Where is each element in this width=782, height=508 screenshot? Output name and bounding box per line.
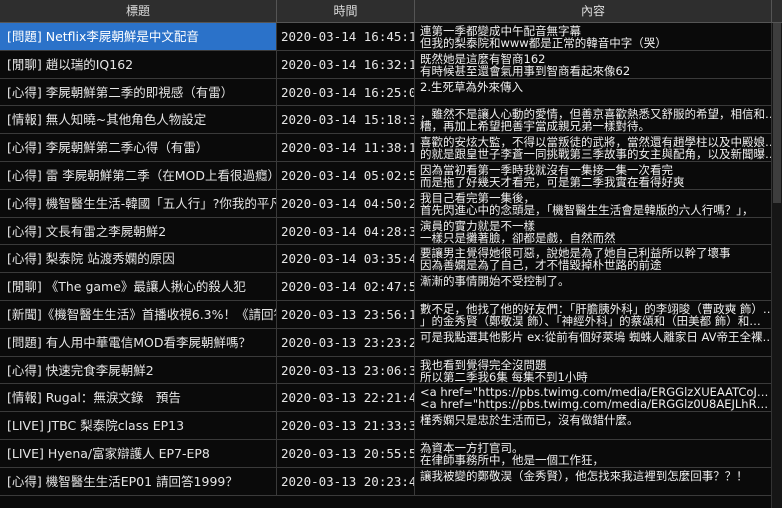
table-row[interactable]: [問題] 有人用中華電信MOD看李屍朝鮮嗎？ 2020-03-13 23:23:2… <box>0 328 772 357</box>
post-title[interactable]: [心得] 機智醫生生活-韓國「五人行」?你我的平凡 <box>0 189 277 217</box>
content-line: 一樣只是攤著臉，卻都是戲，自然而然 <box>420 230 616 245</box>
post-content: 讓我被變的鄭敬淏（金秀賢），他怎找來我這裡到怎麼回事？？！ <box>415 467 772 495</box>
table-row[interactable]: [新聞]《機智醫生生活》首播收視6.3%！《請回答 2020-03-13 23:5… <box>0 300 772 329</box>
post-time: 2020-03-13 20:55:53 <box>277 439 415 467</box>
vertical-scrollbar[interactable] <box>771 23 782 508</box>
post-content: 為資本一方打官司。 在律師事務所中，他是一個工作狂， <box>415 439 772 467</box>
posts-table: 標題 時間 內容 [問題] Netflix李屍朝鮮是中文配音 2020-03-14… <box>0 0 782 508</box>
content-line: 糟，再加上希望把善宇當成親兄弟一樣對待。 <box>420 119 650 134</box>
table-row[interactable]: [LIVE] JTBC 梨泰院class EP13 2020-03-13 21:3… <box>0 412 772 440</box>
post-content: 槿秀嫻只是忠於生活而已，沒有做錯什麼。 <box>415 412 772 439</box>
post-time: 2020-03-14 16:32:16 <box>277 50 415 78</box>
post-time: 2020-03-14 03:35:41 <box>277 245 415 273</box>
post-content: <a href="https://pbs.twimg.com/media/ERG… <box>415 384 772 412</box>
post-time: 2020-03-13 23:23:22 <box>277 328 415 356</box>
post-title[interactable]: [問題] Netflix李屍朝鮮是中文配音 <box>0 23 277 50</box>
post-title[interactable]: [心得] 快速完食李屍朝鮮2 <box>0 356 277 384</box>
table-row[interactable]: [心得] 李屍朝鮮第二季心得（有雷） 2020-03-14 11:38:16 喜歡的… <box>0 134 772 162</box>
post-title[interactable]: [心得] 文長有雷之李屍朝鮮2 <box>0 217 277 245</box>
post-title[interactable]: [心得] 李屍朝鮮第二季的即視感（有雷） <box>0 78 277 106</box>
post-title[interactable]: [心得] 梨泰院 站渡秀嫻的原因 <box>0 245 277 273</box>
table-header: 標題 時間 內容 <box>0 0 782 23</box>
post-time: 2020-03-14 15:18:31 <box>277 106 415 134</box>
content-line: 我也看到覺得完全沒問題 <box>420 357 547 372</box>
post-time: 2020-03-13 23:06:37 <box>277 356 415 384</box>
post-content: 可是我點選其他影片 ex:從前有個好萊塢 蜘蛛人離家日 AV帝王全裸… <box>415 328 772 356</box>
content-line: 」的金秀賢（鄭敬淏 飾）、「神經外科」的蔡頌和（田美都 飾）和… <box>420 313 761 328</box>
post-content: 我也看到覺得完全沒問題 所以第二季我6集 每集不到1小時 <box>415 356 772 384</box>
table-row[interactable]: [心得] 梨泰院 站渡秀嫻的原因 2020-03-14 03:35:41 要讓男主覺… <box>0 245 772 274</box>
column-header-content[interactable]: 內容 <box>415 0 772 22</box>
content-line: 因為善嫻是為了自己，才不惜毀掉朴世路的前途 <box>420 258 662 273</box>
post-content: 我目己看完第一集後， 首先閃進心中的念頭是，「機智醫生生活會是韓版的六人行嗎？」， <box>415 189 772 217</box>
post-title[interactable]: [心得] 李屍朝鮮第二季心得（有雷） <box>0 134 277 161</box>
post-content: 因為當初看第一季時我就沒有一集接一集一次看完 而是拖了好幾天才看完，可是第二季我實… <box>415 161 772 189</box>
table-row[interactable]: [心得] 快速完食李屍朝鮮2 2020-03-13 23:06:37 我也看到覺得完… <box>0 356 772 385</box>
post-title[interactable]: [心得] 機智醫生生活EP01 請回答1999？ <box>0 467 277 495</box>
post-title[interactable]: [情報] 無人知曉~其他角色人物設定 <box>0 106 277 134</box>
post-time: 2020-03-14 02:47:57 <box>277 273 415 300</box>
post-content: 2.生死草為外來傳入 <box>415 78 772 106</box>
table-body: [問題] Netflix李屍朝鮮是中文配音 2020-03-14 16:45:18… <box>0 23 772 496</box>
post-time: 2020-03-14 16:25:08 <box>277 78 415 106</box>
post-title[interactable]: [LIVE] Hyena/富家辯護人 EP7-EP8 <box>0 439 277 467</box>
content-line: 我目己看完第一集後， <box>420 190 535 205</box>
header-corner <box>772 0 782 22</box>
content-line: 的就是跟皇世子李蒼一同挑戰第三季故事的女主與配角，以及新聞曝… <box>420 147 772 161</box>
post-time: 2020-03-13 23:56:11 <box>277 300 415 328</box>
post-title[interactable]: [問題] 有人用中華電信MOD看李屍朝鮮嗎？ <box>0 328 277 356</box>
post-title[interactable]: [LIVE] JTBC 梨泰院class EP13 <box>0 412 277 439</box>
post-content: 既然她是這麼有智商162 有時候甚至還會氣用事到智商看起來像62 <box>415 50 772 78</box>
table-row[interactable]: [心得] 文長有雷之李屍朝鮮2 2020-03-14 04:28:38 演員的實力就… <box>0 217 772 246</box>
post-time: 2020-03-14 04:50:27 <box>277 189 415 217</box>
post-content: 喜歡的安炫大監，不得以當叛徒的武將，當然還有趙學柱以及中殿娘… 的就是跟皇世子李蒼… <box>415 134 772 161</box>
post-time: 2020-03-14 05:02:52 <box>277 161 415 189</box>
content-line: 而是拖了好幾天才看完，可是第二季我實在看得好爽 <box>420 174 685 189</box>
post-title[interactable]: [情報] Rugal：無淚文錄 預告 <box>0 384 277 412</box>
post-content: 漸漸的事情開始不受控制了。 <box>415 273 772 300</box>
table-row[interactable]: [閒聊] 《The game》最讓人揪心的殺人犯 2020-03-14 02:47… <box>0 273 772 301</box>
content-line: 讓我被變的鄭敬淏（金秀賢），他怎找來我這裡到怎麼回事？？！ <box>420 468 748 483</box>
column-header-time[interactable]: 時間 <box>277 0 415 22</box>
post-content: 連第一季都變成中午配音無字幕 但我的梨泰院和www都是正常的韓音中字（哭） <box>415 23 772 50</box>
post-content: 要讓男主覺得她很可惡，說她是為了她自己利益所以幹了壞事 因為善嫻是為了自己，才不惜… <box>415 245 772 273</box>
scrollbar-thumb[interactable] <box>773 23 781 203</box>
content-line: 漸漸的事情開始不受控制了。 <box>420 274 570 289</box>
content-line: 演員的實力就是不一樣 <box>420 218 535 233</box>
content-line: 2.生死草為外來傳入 <box>420 79 523 94</box>
post-title[interactable]: [閒聊] 趙以瑞的IQ162 <box>0 50 277 78</box>
table-row[interactable]: [情報] Rugal：無淚文錄 預告 2020-03-13 22:21:46 <a … <box>0 384 772 413</box>
post-title[interactable]: [心得] 雷 李屍朝鮮第二季（在MOD上看很過癮） <box>0 161 277 189</box>
post-time: 2020-03-14 11:38:16 <box>277 134 415 161</box>
content-line: 首先閃進心中的念頭是，「機智醫生生活會是韓版的六人行嗎？」， <box>420 202 754 217</box>
content-line: 可是我點選其他影片 ex:從前有個好萊塢 蜘蛛人離家日 AV帝王全裸… <box>420 329 772 344</box>
post-time: 2020-03-14 04:28:38 <box>277 217 415 245</box>
content-line: 但我的梨泰院和www都是正常的韓音中字（哭） <box>420 36 667 50</box>
post-content: 演員的實力就是不一樣 一樣只是攤著臉，卻都是戲，自然而然 <box>415 217 772 245</box>
table-row[interactable]: [心得] 雷 李屍朝鮮第二季（在MOD上看很過癮） 2020-03-14 05:0… <box>0 161 772 190</box>
content-line: 有時候甚至還會氣用事到智商看起來像62 <box>420 63 631 78</box>
content-line: 槿秀嫻只是忠於生活而已，沒有做錯什麼。 <box>420 413 639 428</box>
post-title[interactable]: [閒聊] 《The game》最讓人揪心的殺人犯 <box>0 273 277 300</box>
content-line: 在律師事務所中，他是一個工作狂， <box>420 452 604 467</box>
column-header-title[interactable]: 標題 <box>0 0 277 22</box>
post-time: 2020-03-13 21:33:32 <box>277 412 415 439</box>
table-row[interactable]: [心得] 李屍朝鮮第二季的即視感（有雷） 2020-03-14 16:25:08 2… <box>0 78 772 107</box>
post-title[interactable]: [新聞]《機智醫生生活》首播收視6.3%！《請回答 <box>0 300 277 328</box>
table-row[interactable]: [情報] 無人知曉~其他角色人物設定 2020-03-14 15:18:31 ，雖然… <box>0 106 772 135</box>
content-line: <a href="https://pbs.twimg.com/media/ERG… <box>420 397 769 412</box>
post-content: 數不足，他找了他的好友們：「肝膽胰外科」的李翊晙（曹政奭 飾）… 」的金秀賢（鄭敬… <box>415 300 772 328</box>
post-time: 2020-03-13 20:23:42 <box>277 467 415 495</box>
table-row[interactable]: [閒聊] 趙以瑞的IQ162 2020-03-14 16:32:16 既然她是這麼有… <box>0 50 772 79</box>
table-row[interactable]: [問題] Netflix李屍朝鮮是中文配音 2020-03-14 16:45:18… <box>0 23 772 51</box>
content-line: 既然她是這麼有智商162 <box>420 51 546 66</box>
post-content: ，雖然不是讓人心動的愛情，但善京喜歡熱悉又舒服的希望，相信和… 糟，再加上希望把善… <box>415 106 772 134</box>
table-row[interactable]: [心得] 機智醫生生活EP01 請回答1999？ 2020-03-13 20:23… <box>0 467 772 496</box>
table-row[interactable]: [心得] 機智醫生生活-韓國「五人行」?你我的平凡 2020-03-14 04:5… <box>0 189 772 218</box>
table-row[interactable]: [LIVE] Hyena/富家辯護人 EP7-EP8 2020-03-13 20:… <box>0 439 772 468</box>
content-line: 所以第二季我6集 每集不到1小時 <box>420 369 588 384</box>
post-time: 2020-03-14 16:45:18 <box>277 23 415 50</box>
post-time: 2020-03-13 22:21:46 <box>277 384 415 412</box>
